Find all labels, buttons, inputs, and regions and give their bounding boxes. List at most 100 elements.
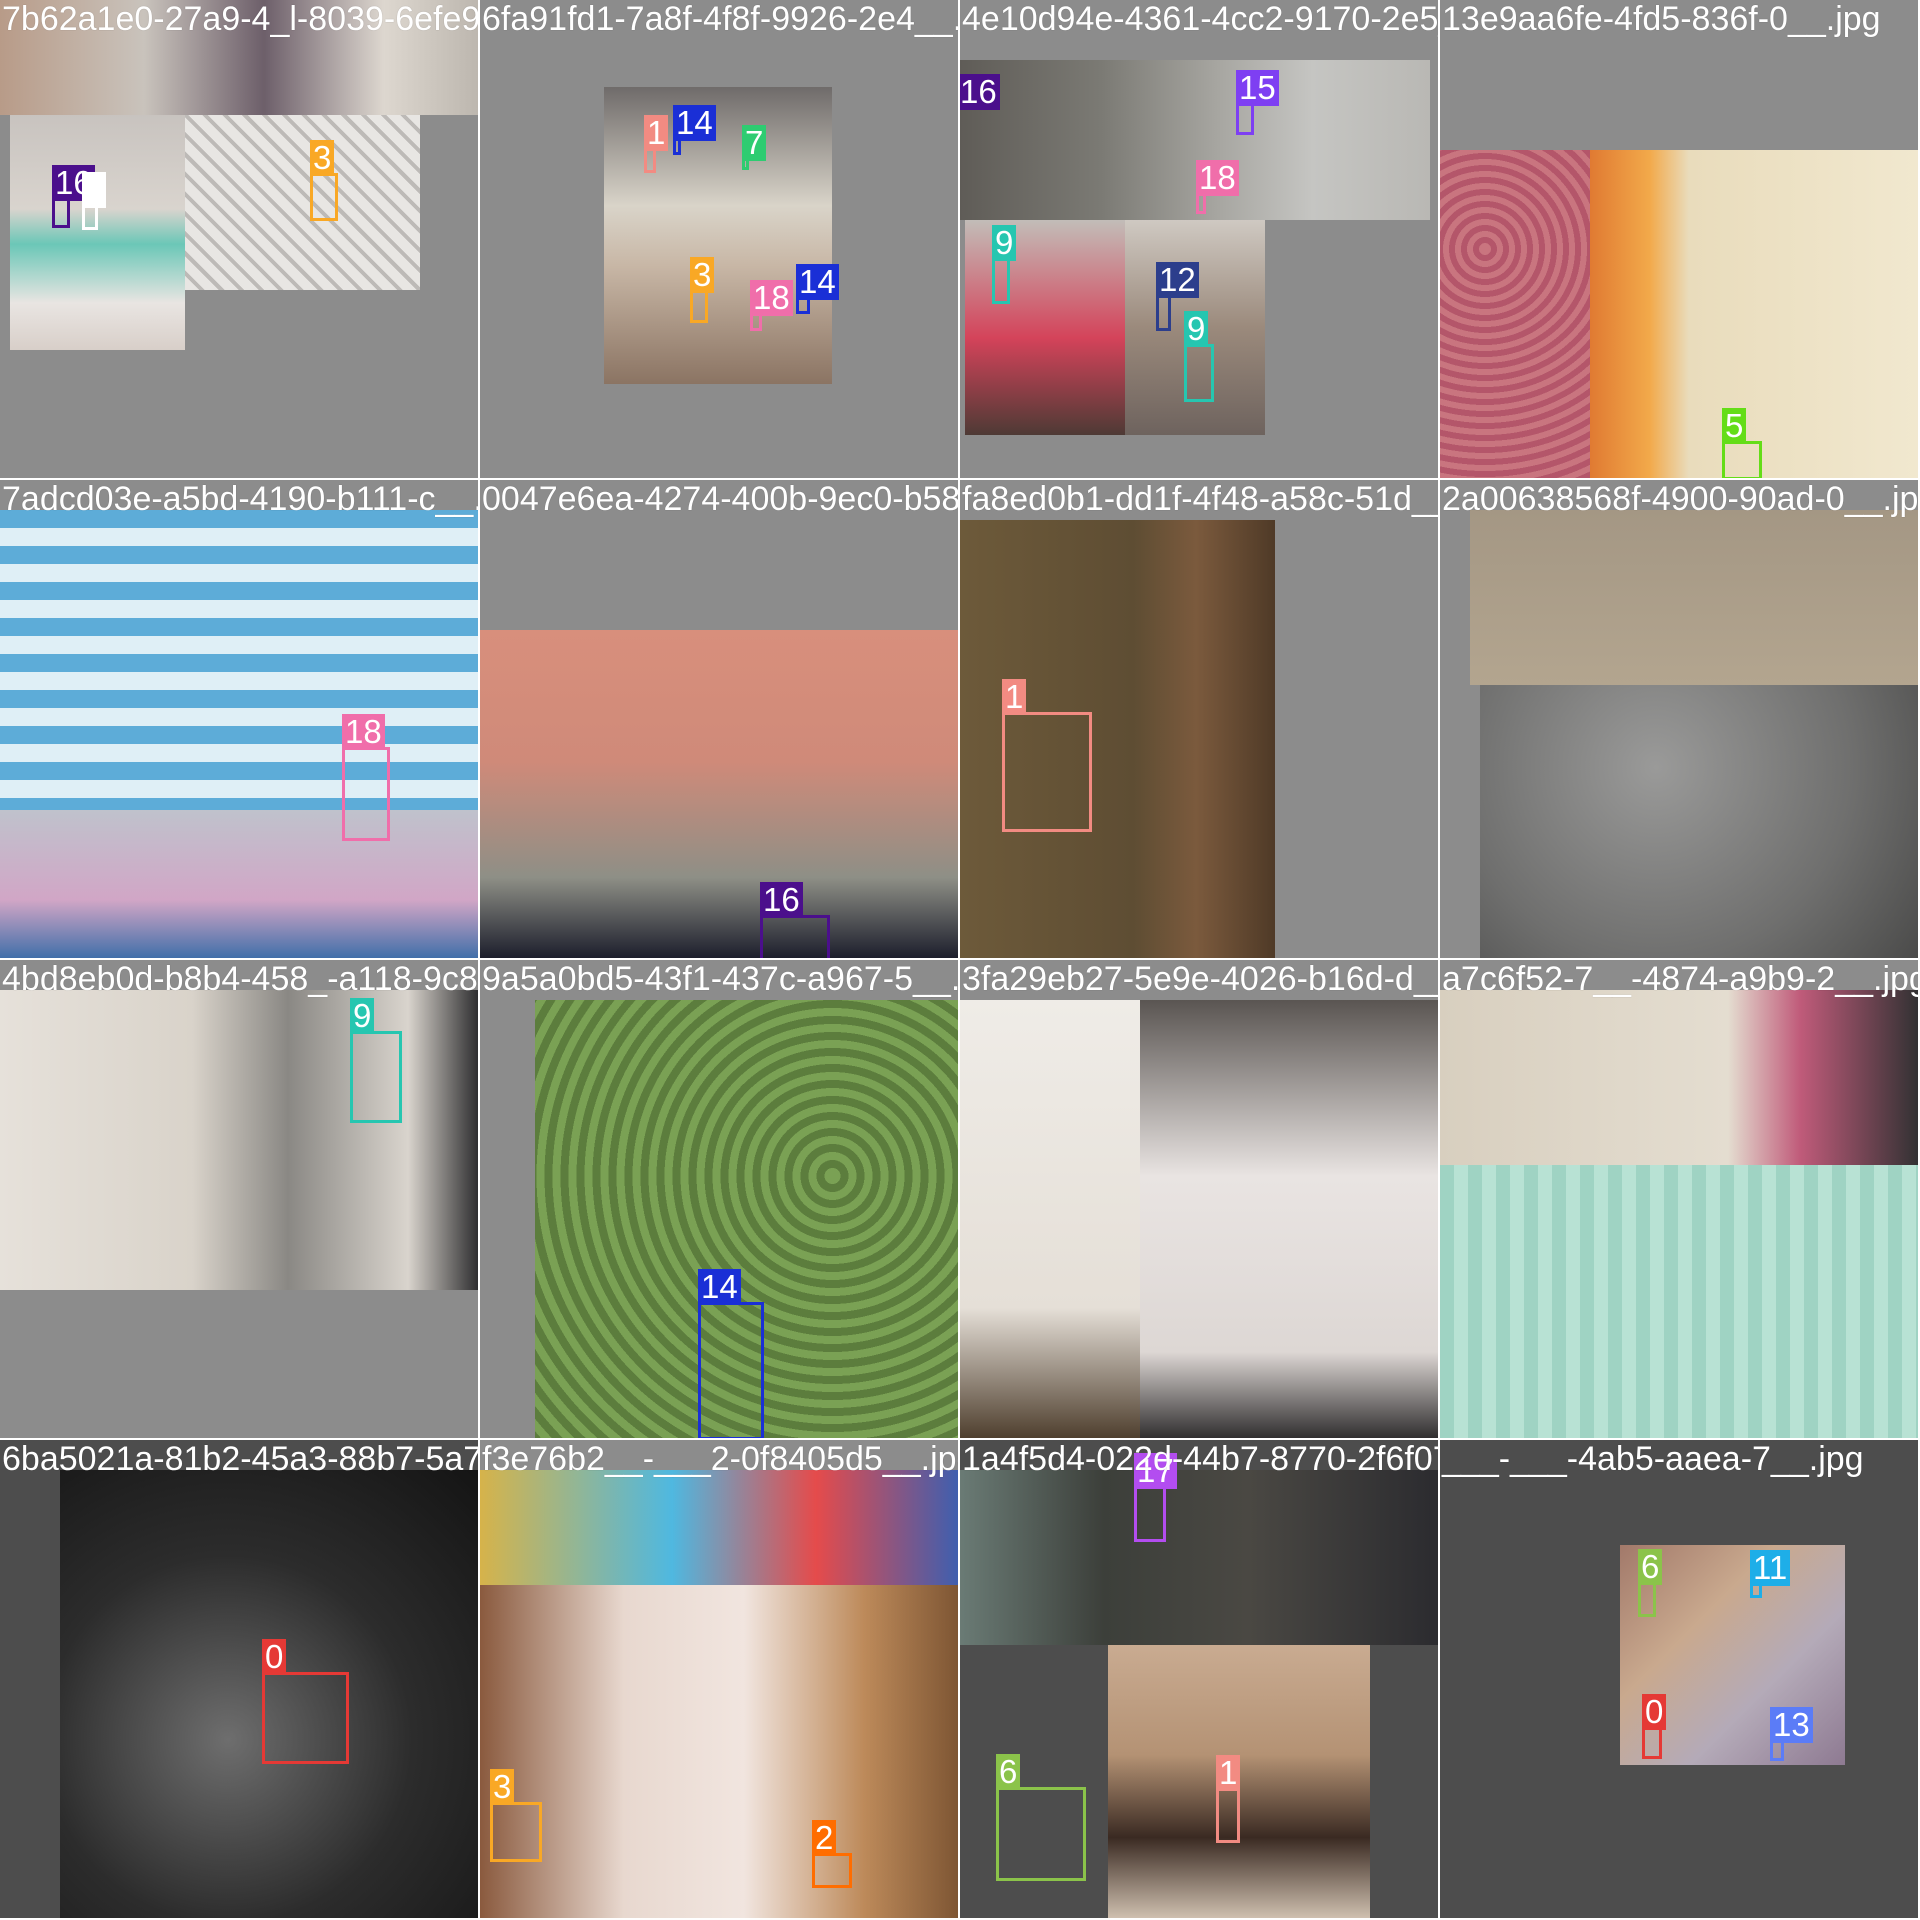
bbox-class-label: 18 <box>750 280 793 316</box>
ceiling-lamp-wardrobe-photo <box>480 1585 958 1918</box>
mosaic-grid: 7b62a1e0-27a9-4_l-8039-6efe9fcd19a51.jpg… <box>0 0 1920 1920</box>
bounding-box: 18 <box>750 280 793 331</box>
bounding-box: 1 <box>1002 679 1092 832</box>
bounding-box: 6 <box>996 1754 1086 1881</box>
bbox-class-label: 7 <box>742 125 767 161</box>
girl-peace-sign-room-photo <box>0 990 478 1290</box>
mosaic-tile: 7b62a1e0-27a9-4_l-8039-6efe9fcd19a51.jpg… <box>0 0 480 480</box>
mosaic-tile: 6fa91fd1-7a8f-4f8f-9926-2e4__.jpg 1 14 7 3 18… <box>480 0 960 480</box>
mosaic-tile: 7adcd03e-a5bd-4190-b111-c__.jpg 18 <box>0 480 480 960</box>
bbox-class-label: 9 <box>350 998 375 1034</box>
tile-filename: 9a5a0bd5-43f1-437c-a967-5__.jpg <box>482 960 960 998</box>
bounding-box: 1 <box>1216 1755 1241 1843</box>
mosaic-tile: 3fa29eb27-5e9e-4026-b16d-d__.jpg <box>960 960 1440 1440</box>
bbox-class-label: 13 <box>1770 1707 1813 1743</box>
concrete-ceiling-photo <box>1480 685 1918 958</box>
bounding-box: 12 <box>1156 262 1199 331</box>
bbox-class-label: 6 <box>996 1754 1021 1790</box>
tile-filename: f3e76b2__-___2-0f8405d5__.jpg <box>482 1440 960 1478</box>
bounding-box: 1 <box>644 115 669 173</box>
bounding-box: 15 <box>1236 70 1279 135</box>
striped-shirt-photo <box>0 510 478 810</box>
curtain-room-photo <box>960 1000 1140 1438</box>
mosaic-tile: ___-___-4ab5-aaea-7__.jpg 6 11 0 13 <box>1440 1440 1920 1920</box>
tile-filename: 6fa91fd1-7a8f-4f8f-9926-2e4__.jpg <box>482 0 960 38</box>
bbox-class-label: 9 <box>992 225 1017 261</box>
bbox-class-label: 5 <box>1722 408 1747 444</box>
mosaic-tile: 2a00638568f-4900-90ad-0__.jpg <box>1440 480 1920 960</box>
bounding-box: 3 <box>490 1769 542 1862</box>
cartoon-tshirt-iron-photo <box>1440 990 1918 1165</box>
bbox-class-label: 8 <box>82 172 107 208</box>
bbox-class-label: 18 <box>342 714 385 750</box>
bounding-box: 5 <box>1722 408 1762 478</box>
bbox-class-label: 16 <box>760 882 803 918</box>
bounding-box: 8 <box>82 172 107 230</box>
pink-wall-photo <box>1440 150 1590 478</box>
cartoon-wallpaper-photo <box>1590 150 1918 478</box>
bounding-box: 14 <box>673 105 716 155</box>
bounding-box: 16 <box>52 165 95 228</box>
bounding-box: 2 <box>812 1820 852 1888</box>
bbox-class-label: 15 <box>1236 70 1279 106</box>
office-collage-photo <box>604 87 832 384</box>
pink-shirt-room-photo <box>965 220 1125 435</box>
mosaic-tile: 13e9aa6fe-4fd5-836f-0__.jpg 5 <box>1440 0 1920 480</box>
jacket-collage-photo <box>960 60 1430 220</box>
kitchen-collage-photo <box>960 1470 1438 1645</box>
tile-filename: 4bd8eb0d-b8b4-458_-a118-9c8a5b4__.jpg <box>2 960 478 998</box>
bbox-class-label: 18 <box>1196 160 1239 196</box>
bounding-box: 9 <box>1184 311 1214 402</box>
bbox-class-label: 0 <box>262 1639 287 1675</box>
tile-filename: a7c6f52-7__-4874-a9b9-2__.jpg <box>1442 960 1920 998</box>
bounding-box: 18 <box>1196 160 1239 214</box>
bounding-box: 18 <box>342 714 390 841</box>
office-blinds-photo <box>1440 1165 1918 1438</box>
patterned-wallpaper-room-photo <box>185 115 420 290</box>
tile-filename: 7b62a1e0-27a9-4_l-8039-6efe9fcd19a51.jpg <box>2 0 480 38</box>
bounding-box: 11 <box>1750 1550 1791 1598</box>
mosaic-tile: 1a4f5d4-022d-44b7-8770-2f6f07382859713.j… <box>960 1440 1440 1920</box>
tile-filename: fa8ed0b1-dd1f-4f48-a58c-51d__.jpg <box>962 480 1438 518</box>
bounding-box: 9 <box>350 998 402 1123</box>
mosaic-tile: fa8ed0b1-dd1f-4f48-a58c-51d__.jpg 1 <box>960 480 1440 960</box>
bbox-class-label: 1 <box>1002 679 1027 715</box>
bounding-box: 0 <box>262 1639 349 1764</box>
mosaic-tile: 4bd8eb0d-b8b4-458_-a118-9c8a5b4__.jpg9 <box>0 960 480 1440</box>
colorful-fabric-photo <box>480 1470 958 1585</box>
mosaic-tile: 6ba5021a-81b2-45a3-88b7-5a7cb76e2271a.jp… <box>0 1440 480 1920</box>
mosaic-tile: a7c6f52-7__-4874-a9b9-2__.jpg <box>1440 960 1920 1440</box>
floor-feet-photo <box>1470 510 1918 685</box>
bounding-box: 0 <box>1642 1694 1667 1759</box>
bbox-class-label: 0 <box>1642 1694 1667 1730</box>
bbox-class-label: 14 <box>673 105 716 141</box>
bbox-class-label: 16 <box>960 74 1000 110</box>
bbox-class-label: 1 <box>644 115 669 151</box>
bbox-class-label: 1 <box>1216 1755 1241 1791</box>
bounding-box: 7 <box>742 125 767 170</box>
bounding-box: 14 <box>796 264 839 314</box>
mosaic-tile: 0047e6ea-4274-400b-9ec0-b5870__.jpg 16 <box>480 480 960 960</box>
tile-filename: 6ba5021a-81b2-45a3-88b7-5a7cb76e2271a.jp… <box>2 1440 480 1478</box>
bounding-box: 6 <box>1638 1549 1663 1617</box>
bounding-box: 9 <box>992 225 1017 304</box>
bbox-class-label: 6 <box>1638 1549 1663 1585</box>
bbox-class-label: 14 <box>796 264 839 300</box>
tile-filename: ___-___-4ab5-aaea-7__.jpg <box>1442 1440 1864 1478</box>
bbox-class-label: 3 <box>490 1769 515 1805</box>
tile-filename: 7adcd03e-a5bd-4190-b111-c__.jpg <box>2 480 480 518</box>
tile-filename: 3fa29eb27-5e9e-4026-b16d-d__.jpg <box>962 960 1438 998</box>
mosaic-tile: 4e10d94e-4361-4cc2-9170-2e5__.jpg1016151… <box>960 0 1440 480</box>
bounding-box: 13 <box>1770 1707 1813 1761</box>
tile-filename: 2a00638568f-4900-90ad-0__.jpg <box>1442 480 1920 518</box>
ceiling-room-photo <box>0 810 478 958</box>
brick-building-outdoor-photo <box>480 630 958 958</box>
bounding-box: 17 <box>1134 1453 1177 1542</box>
bounding-box: 16 <box>760 882 830 958</box>
bbox-class-label: 2 <box>812 1820 837 1856</box>
bbox-class-label: 3 <box>690 257 715 293</box>
bbox-class-label: 3 <box>310 140 335 176</box>
woman-white-shirt-photo <box>1140 1000 1438 1438</box>
mosaic-tile: f3e76b2__-___2-0f8405d5__.jpg 3 2 <box>480 1440 960 1920</box>
tile-filename: 1a4f5d4-022d-44b7-8770-2f6f07382859713.j… <box>962 1440 1438 1478</box>
